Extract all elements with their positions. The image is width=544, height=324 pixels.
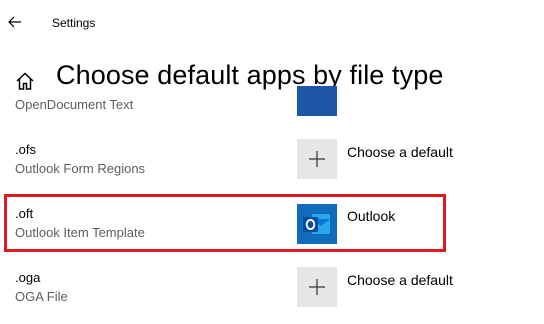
plus-icon	[309, 151, 325, 167]
list-item-selected: .oft Outlook Item Template Outlook	[0, 200, 544, 256]
list-item: .oga OGA File Choose a default	[0, 264, 544, 320]
list-item: OpenDocument Text	[0, 86, 544, 142]
back-button[interactable]	[4, 10, 26, 34]
file-type-description: Outlook Item Template	[15, 225, 145, 240]
default-app-label[interactable]: Outlook	[347, 208, 395, 224]
file-extension: .oft	[15, 206, 34, 221]
file-type-description: Outlook Form Regions	[15, 161, 146, 176]
title-bar: Settings	[0, 0, 544, 48]
file-extension: .oga	[15, 270, 41, 285]
outlook-app-button[interactable]	[297, 204, 337, 244]
window-title: Settings	[52, 16, 96, 30]
default-app-label[interactable]: Choose a default	[347, 144, 453, 160]
file-type-description: OGA File	[15, 289, 68, 304]
plus-icon	[309, 279, 325, 295]
file-type-list: OpenDocument Text .ofs Outlook Form Regi…	[0, 86, 544, 324]
choose-default-button[interactable]	[297, 139, 337, 179]
default-app-label[interactable]: Choose a default	[347, 272, 453, 288]
outlook-icon	[303, 214, 330, 234]
back-arrow-icon	[8, 16, 21, 28]
choose-default-button[interactable]	[297, 267, 337, 307]
app-tile[interactable]	[297, 86, 337, 116]
list-item: .ofs Outlook Form Regions Choose a defau…	[0, 136, 544, 192]
file-extension: .ofs	[15, 142, 36, 157]
file-type-description: OpenDocument Text	[15, 97, 134, 112]
